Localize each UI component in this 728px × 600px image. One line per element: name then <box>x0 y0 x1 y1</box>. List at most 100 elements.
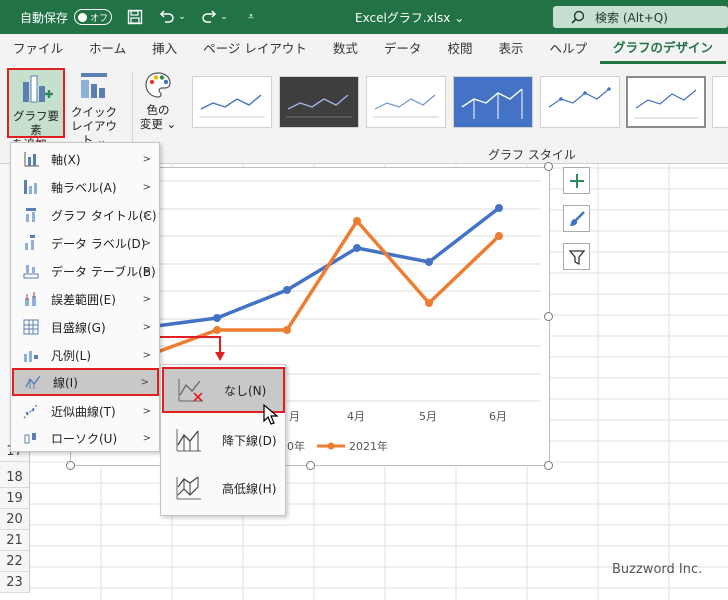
chevron-down-icon[interactable]: ⌄ <box>220 8 228 26</box>
chevron-right-icon: > <box>142 237 151 249</box>
row-header[interactable]: 19 <box>0 488 30 509</box>
chart-elements-button[interactable] <box>563 167 590 194</box>
trendline-icon <box>21 401 41 421</box>
submenu-item-label: 降下線(D) <box>222 433 277 448</box>
search-icon <box>571 10 585 24</box>
tab-view[interactable]: 表示 <box>485 34 536 64</box>
quick-layout-button[interactable]: クイック レイアウト ⌄ <box>68 70 120 147</box>
chevron-right-icon: > <box>142 405 151 417</box>
autosave-toggle[interactable]: オフ <box>74 9 113 25</box>
chevron-right-icon: > <box>142 349 151 361</box>
customize-quick-access-icon[interactable]: ⩡ <box>242 8 260 26</box>
chevron-down-icon[interactable]: ⌄ <box>178 8 186 26</box>
submenu-item-label: なし(N) <box>224 383 267 398</box>
x-tick-jun: 6月 <box>489 410 507 423</box>
chart-styles-button[interactable] <box>563 205 590 232</box>
menu-item-label: ローソク(U) <box>51 431 118 446</box>
tab-home[interactable]: ホーム <box>76 34 139 64</box>
row-header[interactable]: 22 <box>0 551 30 572</box>
chevron-right-icon: > <box>142 293 151 305</box>
brush-icon <box>569 210 585 226</box>
chart-style-thumb-4[interactable] <box>453 76 533 128</box>
chart-resize-handle[interactable] <box>66 461 75 470</box>
series-2021-line[interactable] <box>140 218 501 360</box>
legend-entry-2020: 0年 <box>287 439 305 453</box>
axis-label-icon <box>21 177 41 197</box>
redo-icon[interactable] <box>200 8 218 26</box>
chart-filters-button[interactable] <box>563 243 590 270</box>
lines-submenu: なし(N) 降下線(D) 高低線(H) <box>160 364 286 516</box>
submenu-item-high-low-lines[interactable]: 高低線(H) <box>162 465 285 511</box>
row-header[interactable]: 23 <box>0 572 30 593</box>
search-label: 検索 (Alt+Q) <box>595 10 668 25</box>
chevron-right-icon: > <box>142 265 151 277</box>
save-icon[interactable] <box>126 8 144 26</box>
menu-item-label: 軸(X) <box>51 152 81 167</box>
change-colors-label-1: 色の <box>146 103 170 117</box>
menu-item-label: 近似曲線(T) <box>51 404 116 419</box>
tab-chart-design[interactable]: グラフのデザイン <box>599 34 726 64</box>
chart-style-thumb-3[interactable] <box>366 76 446 128</box>
chart-style-thumb-6[interactable] <box>626 76 706 128</box>
menu-item-trendline[interactable]: 近似曲線(T) > <box>12 397 159 425</box>
chart-style-thumb-5[interactable] <box>540 76 620 128</box>
add-chart-element-icon <box>23 75 53 103</box>
document-title[interactable]: Excelグラフ.xlsx ⌄ <box>355 9 464 26</box>
row-header-gap <box>0 462 30 467</box>
tab-review[interactable]: 校閲 <box>434 34 485 64</box>
data-label-icon <box>21 233 41 253</box>
ribbon-tabs: ファイル ホーム 挿入 ページ レイアウト 数式 データ 校閲 表示 ヘルプ グ… <box>0 34 728 64</box>
undo-icon[interactable] <box>158 8 176 26</box>
row-header[interactable]: 18 <box>0 467 30 488</box>
row-header[interactable]: 20 <box>0 509 30 530</box>
legend-entry-2021: 2021年 <box>349 439 388 453</box>
chevron-right-icon: > <box>140 376 149 388</box>
search-box[interactable]: 検索 (Alt+Q) <box>553 6 728 28</box>
tab-page-layout[interactable]: ページ レイアウト <box>190 34 320 64</box>
gridlines-icon <box>21 317 41 337</box>
mouse-pointer-icon <box>263 404 279 425</box>
up-down-bars-icon <box>21 428 41 448</box>
quick-layout-label-1: クイック <box>71 105 117 119</box>
menu-item-label: 軸ラベル(A) <box>51 180 117 195</box>
menu-item-gridlines[interactable]: 目盛線(G) > <box>12 313 159 341</box>
menu-item-data-table[interactable]: データ テーブル(B) > <box>12 257 159 285</box>
data-table-icon <box>21 261 41 281</box>
menu-item-chart-title[interactable]: グラフ タイトル(C) > <box>12 201 159 229</box>
chart-style-thumb-1[interactable] <box>192 76 272 128</box>
menu-item-axis-titles[interactable]: 軸ラベル(A) > <box>12 173 159 201</box>
series-2020-line[interactable] <box>140 206 501 330</box>
menu-item-label: 線(I) <box>53 375 78 390</box>
tab-formulas[interactable]: 数式 <box>320 34 371 64</box>
tab-help[interactable]: ヘルプ <box>536 34 600 64</box>
menu-item-label: データ テーブル(B) <box>51 264 156 279</box>
toggle-knob <box>78 12 88 22</box>
menu-item-error-bars[interactable]: 誤差範囲(E) > <box>12 285 159 313</box>
quick-layout-icon <box>81 73 107 98</box>
x-tick-apr: 4月 <box>347 410 365 423</box>
chart-style-thumb-7[interactable] <box>712 76 728 128</box>
legend-marker-2021 <box>327 442 335 450</box>
menu-item-axes[interactable]: 軸(X) > <box>12 145 159 173</box>
tab-data[interactable]: データ <box>371 34 435 64</box>
chart-style-thumb-2[interactable] <box>279 76 359 128</box>
change-colors-button[interactable]: 色の 変更 ⌄ <box>135 70 181 140</box>
menu-item-data-labels[interactable]: データ ラベル(D) > <box>12 229 159 257</box>
menu-item-legend[interactable]: 凡例(L) > <box>12 341 159 369</box>
menu-item-up-down-bars[interactable]: ローソク(U) > <box>12 424 159 452</box>
tab-file[interactable]: ファイル <box>0 34 76 64</box>
chart-resize-handle[interactable] <box>306 461 315 470</box>
chart-resize-handle[interactable] <box>544 312 553 321</box>
tab-insert[interactable]: 挿入 <box>139 34 190 64</box>
add-chart-element-button[interactable]: グラフ要素 を追加 ⌄ <box>7 68 65 151</box>
submenu-item-label: 高低線(H) <box>222 481 277 496</box>
no-lines-icon <box>178 379 203 402</box>
legend-icon <box>21 345 41 365</box>
row-header[interactable]: 21 <box>0 530 30 551</box>
menu-item-lines[interactable]: 線(I) > <box>12 368 159 396</box>
ribbon-separator <box>132 72 133 142</box>
chart-resize-handle[interactable] <box>544 461 553 470</box>
lines-icon <box>23 372 43 392</box>
axis-icon <box>21 149 41 169</box>
chart-resize-handle[interactable] <box>544 162 553 171</box>
